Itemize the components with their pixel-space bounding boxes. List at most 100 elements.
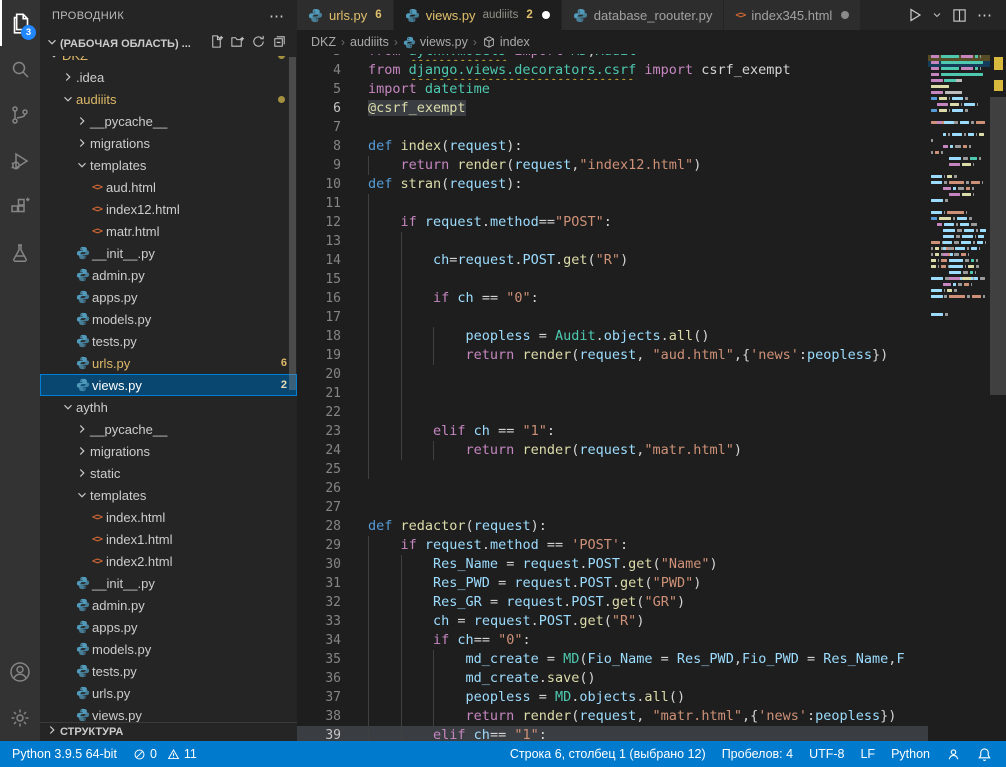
workspace-section-header[interactable]: (РАБОЧАЯ ОБЛАСТЬ) ... [40,32,297,56]
line-number[interactable]: 27 [297,498,341,517]
tree-file-models-py[interactable]: models.py [40,638,297,660]
explorer-more-actions-icon[interactable]: ⋯ [269,7,285,25]
line-number[interactable]: 18 [297,327,341,346]
new-folder-icon[interactable] [230,34,245,54]
code-action-lightbulb-icon[interactable] [350,83,362,95]
tree-folder-migrations[interactable]: migrations [40,440,297,462]
line-number[interactable]: 19 [297,346,341,365]
problems-status[interactable]: 0 11 [125,741,205,767]
breadcrumb-item-dkz[interactable]: DKZ [311,35,336,49]
line-number[interactable]: 24 [297,441,341,460]
feedback-icon[interactable] [938,741,969,767]
line-number[interactable]: 30 [297,555,341,574]
tree-file-index2-html[interactable]: <>index2.html [40,550,297,572]
tree-file-admin-py[interactable]: admin.py [40,594,297,616]
line-number[interactable]: 8 [297,137,341,156]
indentation[interactable]: Пробелов: 4 [714,741,801,767]
line-number[interactable]: 15 [297,270,341,289]
breadcrumb-item-audiiits[interactable]: audiiits [350,35,389,49]
unsaved-dot-icon[interactable] [841,11,849,19]
line-number[interactable]: 35 [297,650,341,669]
line-number[interactable]: 6 [297,99,341,118]
line-number[interactable]: 34 [297,631,341,650]
line-number[interactable]: 9 [297,156,341,175]
line-number[interactable]: 26 [297,479,341,498]
tree-folder-aythh[interactable]: aythh [40,396,297,418]
line-number[interactable]: 33 [297,612,341,631]
line-number[interactable]: 36 [297,669,341,688]
new-file-icon[interactable] [209,34,224,54]
tree-folder--idea[interactable]: .idea [40,66,297,88]
run-dropdown-chevron-icon[interactable] [930,4,944,26]
breadcrumb-item-views-py[interactable]: views.py [403,35,468,49]
outline-section-header[interactable]: СТРУКТУРА [40,722,297,741]
tree-file-index12-html[interactable]: <>index12.html [40,198,297,220]
code-editor[interactable]: 3from aythh.models import MD,Audit4from … [297,54,928,741]
line-number[interactable]: 16 [297,289,341,308]
line-number[interactable]: 20 [297,365,341,384]
tab-database-roouter-py[interactable]: database_roouter.py [562,0,724,30]
tree-file-tests-py[interactable]: tests.py [40,330,297,352]
search-icon[interactable] [0,46,40,92]
run-python-file-icon[interactable] [904,4,926,26]
run-debug-icon[interactable] [0,138,40,184]
line-number[interactable]: 10 [297,175,341,194]
tab-views-py[interactable]: views.pyaudiiits2 [394,0,561,30]
tree-folder--pycache-[interactable]: __pycache__ [40,110,297,132]
line-number[interactable]: 3 [297,54,341,61]
tree-folder--pycache-[interactable]: __pycache__ [40,418,297,440]
tree-file-views-py[interactable]: views.py [40,704,297,722]
tree-folder-dkz[interactable]: DKZ [40,56,297,66]
tree-folder-static[interactable]: static [40,462,297,484]
tree-file-urls-py[interactable]: urls.py [40,682,297,704]
settings-icon[interactable] [0,695,40,741]
tree-file-matr-html[interactable]: <>matr.html [40,220,297,242]
line-number[interactable]: 13 [297,232,341,251]
line-number[interactable]: 31 [297,574,341,593]
language-mode[interactable]: Python [883,741,938,767]
notifications-bell-icon[interactable] [969,741,1000,767]
python-interpreter-status[interactable]: Python 3.9.5 64-bit [4,741,125,767]
line-number[interactable]: 28 [297,517,341,536]
line-number[interactable]: 39 [297,726,341,741]
tree-file-aud-html[interactable]: <>aud.html [40,176,297,198]
tree-file-views-py[interactable]: views.py2 [40,374,297,396]
line-number[interactable]: 17 [297,308,341,327]
eol[interactable]: LF [852,741,883,767]
tree-file-apps-py[interactable]: apps.py [40,616,297,638]
line-number[interactable]: 22 [297,403,341,422]
extensions-icon[interactable] [0,184,40,230]
line-number[interactable]: 12 [297,213,341,232]
account-icon[interactable] [0,649,40,695]
breadcrumb-item-index[interactable]: index [482,35,530,49]
tree-file--init-py[interactable]: __init__.py [40,572,297,594]
more-actions-icon[interactable]: ⋯ [974,4,996,26]
line-number[interactable]: 11 [297,194,341,213]
source-control-icon[interactable] [0,92,40,138]
split-editor-icon[interactable] [948,4,970,26]
explorer-icon[interactable]: 3 [0,0,40,46]
tree-file-index-html[interactable]: <>index.html [40,506,297,528]
line-number[interactable]: 5 [297,80,341,99]
unsaved-dot-icon[interactable] [542,11,550,19]
line-number[interactable]: 29 [297,536,341,555]
line-number[interactable]: 23 [297,422,341,441]
testing-icon[interactable] [0,230,40,276]
sidebar-scrollbar[interactable] [289,57,296,390]
refresh-icon[interactable] [251,34,266,54]
line-number[interactable]: 32 [297,593,341,612]
line-number[interactable]: 37 [297,688,341,707]
tree-folder-templates[interactable]: templates [40,154,297,176]
tree-file-tests-py[interactable]: tests.py [40,660,297,682]
editor-scrollbar-thumb[interactable] [990,97,1006,395]
line-number[interactable]: 38 [297,707,341,726]
line-number[interactable]: 14 [297,251,341,270]
tab-urls-py[interactable]: urls.py6 [297,0,393,30]
line-number[interactable]: 21 [297,384,341,403]
tab-index345-html[interactable]: <>index345.html [724,0,860,30]
tree-folder-migrations[interactable]: migrations [40,132,297,154]
tree-folder-audiiits[interactable]: audiiits [40,88,297,110]
line-number[interactable]: 25 [297,460,341,479]
tree-file-admin-py[interactable]: admin.py [40,264,297,286]
minimap[interactable] [928,54,990,741]
